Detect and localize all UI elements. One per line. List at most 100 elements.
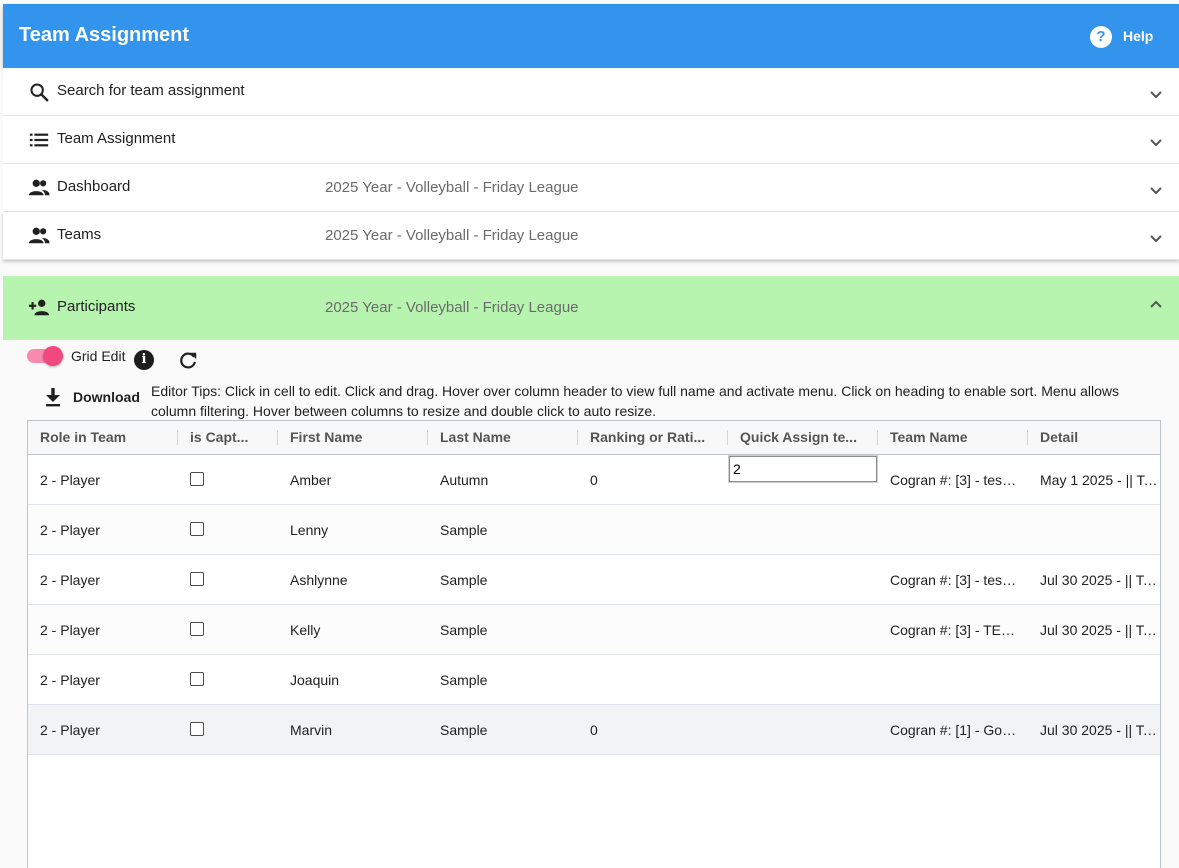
column-header-last-name[interactable]: Last Name xyxy=(428,421,578,454)
panel-dashboard[interactable]: Dashboard 2025 Year - Volleyball - Frida… xyxy=(3,164,1179,212)
chevron-down-icon[interactable] xyxy=(1148,231,1164,247)
cell-detail[interactable]: Jul 30 2025 - || Tea... xyxy=(1028,555,1160,605)
cell-last-name[interactable]: Sample xyxy=(428,655,578,705)
panel-subtitle: 2025 Year - Volleyball - Friday League xyxy=(325,179,579,196)
people-icon xyxy=(28,179,50,196)
refresh-icon[interactable] xyxy=(177,350,199,372)
panel-label: Team Assignment xyxy=(57,130,176,147)
cell-quick-assign[interactable] xyxy=(728,505,878,555)
search-icon xyxy=(30,83,49,102)
app-title: Team Assignment xyxy=(19,24,190,46)
panel-search[interactable]: Search for team assignment xyxy=(3,68,1179,116)
cell-first-name[interactable]: Lenny xyxy=(278,505,428,555)
table-row[interactable]: 2 - Player Amber Autumn 0 Cogran #: [3] … xyxy=(28,455,1160,505)
chevron-down-icon[interactable] xyxy=(1148,183,1164,199)
app-bar: Team Assignment ? Help xyxy=(3,4,1179,68)
table-row[interactable]: 2 - Player Marvin Sample 0 Cogran #: [1]… xyxy=(28,705,1160,755)
column-header-team-name[interactable]: Team Name xyxy=(878,421,1028,454)
people-icon xyxy=(28,227,50,244)
cell-ranking[interactable]: 0 xyxy=(578,455,728,505)
editor-tips: Editor Tips: Click in cell to edit. Clic… xyxy=(151,383,1120,419)
chevron-down-icon[interactable] xyxy=(1148,87,1164,103)
cell-team-name[interactable]: Cogran #: [3] - TEA... xyxy=(878,605,1017,655)
cell-detail[interactable]: Jul 30 2025 - || Tea... xyxy=(1028,605,1160,655)
panel-label: Teams xyxy=(57,226,102,243)
cell-role[interactable]: 2 - Player xyxy=(28,655,178,705)
cell-role[interactable]: 2 - Player xyxy=(28,455,178,505)
table-row[interactable]: 2 - Player Kelly Sample Cogran #: [3] - … xyxy=(28,605,1160,655)
cell-last-name[interactable]: Sample xyxy=(428,705,578,755)
cell-ranking[interactable] xyxy=(578,605,728,655)
table-row[interactable]: 2 - Player Ashlynne Sample Cogran #: [3]… xyxy=(28,555,1160,605)
captain-checkbox[interactable] xyxy=(190,622,204,636)
cell-ranking[interactable]: 0 xyxy=(578,705,728,755)
column-header-detail[interactable]: Detail xyxy=(1028,421,1160,454)
captain-checkbox[interactable] xyxy=(190,572,204,586)
panel-teams[interactable]: Teams 2025 Year - Volleyball - Friday Le… xyxy=(3,212,1179,260)
cell-detail[interactable]: Jul 30 2025 - || Tea... xyxy=(1028,705,1160,755)
quick-assign-input[interactable] xyxy=(729,456,877,482)
cell-last-name[interactable]: Sample xyxy=(428,555,578,605)
captain-checkbox[interactable] xyxy=(190,472,204,486)
grid-edit-toggle[interactable] xyxy=(27,346,63,366)
cell-ranking[interactable] xyxy=(578,655,728,705)
cell-detail[interactable]: May 1 2025 - || Tea... xyxy=(1028,455,1160,505)
captain-checkbox[interactable] xyxy=(190,522,204,536)
cell-ranking[interactable] xyxy=(578,505,728,555)
cell-role[interactable]: 2 - Player xyxy=(28,555,178,605)
info-icon[interactable]: i xyxy=(134,350,154,370)
captain-checkbox[interactable] xyxy=(190,672,204,686)
cell-last-name[interactable]: Sample xyxy=(428,605,578,655)
cell-quick-assign[interactable] xyxy=(728,705,878,755)
column-header-ranking[interactable]: Ranking or Rati... xyxy=(578,421,728,454)
panel-subtitle: 2025 Year - Volleyball - Friday League xyxy=(325,299,579,316)
cell-quick-assign[interactable] xyxy=(728,605,878,655)
list-icon xyxy=(29,133,49,147)
cell-first-name[interactable]: Kelly xyxy=(278,605,428,655)
table-row[interactable]: 2 - Player Joaquin Sample xyxy=(28,655,1160,705)
cell-first-name[interactable]: Ashlynne xyxy=(278,555,428,605)
cell-team-name[interactable]: Cogran #: [3] - test... xyxy=(878,455,1017,505)
column-header-quick-assign[interactable]: Quick Assign te... xyxy=(728,421,878,454)
column-header-first-name[interactable]: First Name xyxy=(278,421,428,454)
help-label: Help xyxy=(1123,28,1154,44)
cell-last-name[interactable]: Autumn xyxy=(428,455,578,505)
cell-quick-assign[interactable] xyxy=(728,555,878,605)
panel-label: Dashboard xyxy=(57,178,131,195)
cell-first-name[interactable]: Marvin xyxy=(278,705,428,755)
cell-role[interactable]: 2 - Player xyxy=(28,705,178,755)
column-header-captain[interactable]: is Capt... xyxy=(178,421,278,454)
panel-team-assignment[interactable]: Team Assignment xyxy=(3,116,1179,164)
panel-label: Participants xyxy=(57,298,136,315)
cell-team-name[interactable]: Cogran #: [3] - test... xyxy=(878,555,1017,605)
grid-header: Role in Team is Capt... First Name Last … xyxy=(28,421,1160,455)
column-header-role[interactable]: Role in Team xyxy=(28,421,178,454)
cell-team-name[interactable]: Cogran #: [1] - Go-... xyxy=(878,705,1017,755)
cell-last-name[interactable]: Sample xyxy=(428,505,578,555)
grid-edit-label: Grid Edit xyxy=(71,348,126,364)
panel-label: Search for team assignment xyxy=(57,82,245,99)
table-row[interactable]: 2 - Player Lenny Sample xyxy=(28,505,1160,555)
download-icon xyxy=(46,388,60,407)
download-button[interactable]: Download xyxy=(40,384,140,410)
cell-role[interactable]: 2 - Player xyxy=(28,605,178,655)
chevron-down-icon[interactable] xyxy=(1148,135,1164,151)
chevron-up-icon[interactable] xyxy=(1148,297,1164,313)
cell-first-name[interactable]: Amber xyxy=(278,455,428,505)
cell-detail[interactable] xyxy=(1028,505,1160,555)
cell-team-name[interactable] xyxy=(878,505,1017,555)
cell-role[interactable]: 2 - Player xyxy=(28,505,178,555)
cell-ranking[interactable] xyxy=(578,555,728,605)
person-add-icon xyxy=(28,299,50,316)
cell-quick-assign[interactable] xyxy=(728,655,878,705)
panel-subtitle: 2025 Year - Volleyball - Friday League xyxy=(325,227,579,244)
cell-first-name[interactable]: Joaquin xyxy=(278,655,428,705)
participants-grid: Role in Team is Capt... First Name Last … xyxy=(27,420,1161,868)
cell-team-name[interactable] xyxy=(878,655,1017,705)
cell-detail[interactable] xyxy=(1028,655,1160,705)
download-label: Download xyxy=(73,389,140,405)
captain-checkbox[interactable] xyxy=(190,722,204,736)
toggle-knob xyxy=(43,346,63,366)
help-icon: ? xyxy=(1090,26,1112,48)
panel-participants[interactable]: Participants 2025 Year - Volleyball - Fr… xyxy=(3,276,1179,340)
